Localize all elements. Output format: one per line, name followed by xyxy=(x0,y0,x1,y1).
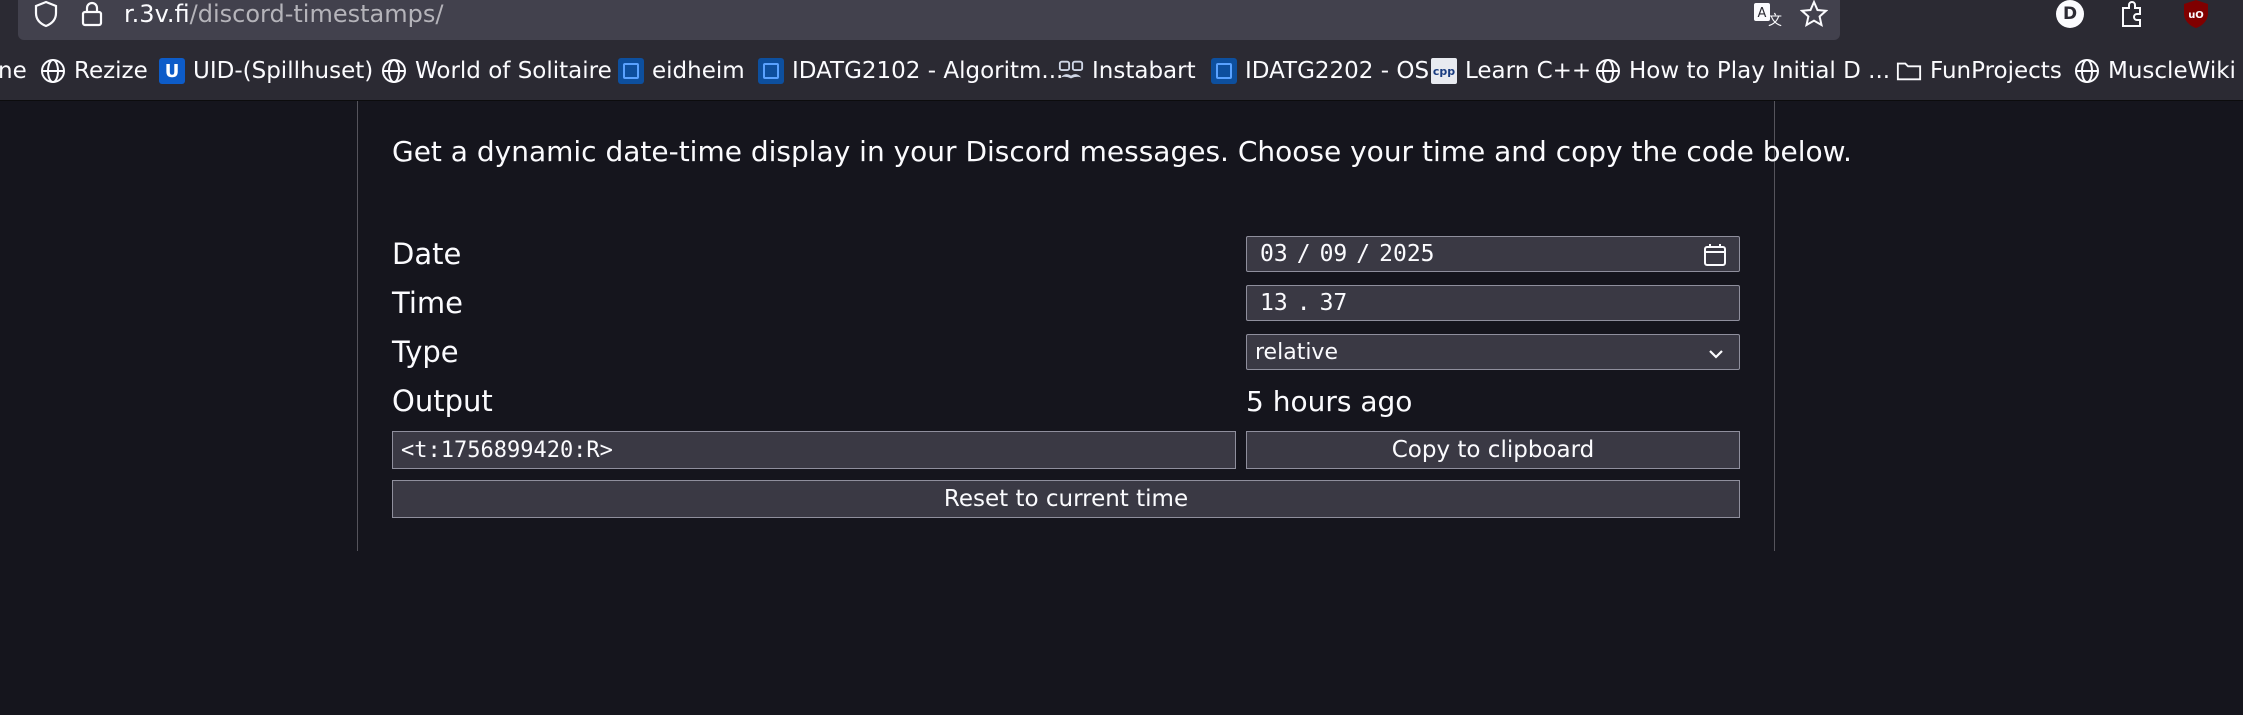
folder-icon xyxy=(1896,58,1922,84)
svg-text:A: A xyxy=(1758,6,1767,21)
reset-to-current-time-button[interactable]: Reset to current time xyxy=(392,480,1740,518)
bookmark-world-of-solitaire[interactable]: World of Solitaire xyxy=(381,42,612,100)
type-label: Type xyxy=(392,335,459,369)
bookmark-instabart[interactable]: Instabart xyxy=(1058,42,1196,100)
bookmark-idatg2102[interactable]: IDATG2102 - Algoritm... xyxy=(758,42,1063,100)
time-minutes[interactable]: 37 xyxy=(1317,290,1351,316)
globe-icon xyxy=(40,58,66,84)
date-label: Date xyxy=(392,237,462,271)
url-text[interactable]: r.3v.fi/discord-timestamps/ xyxy=(124,0,443,31)
date-separator: / xyxy=(1296,241,1311,267)
globe-icon xyxy=(1595,58,1621,84)
calendar-icon[interactable] xyxy=(1703,243,1727,267)
bookmark-idatg2202[interactable]: IDATG2202 - OS xyxy=(1211,42,1429,100)
lock-icon[interactable] xyxy=(80,0,104,28)
bookmark-learn-cpp[interactable]: cpp Learn C++ xyxy=(1431,42,1591,100)
time-hours[interactable]: 13 xyxy=(1257,290,1291,316)
bookmark-label: IDATG2202 - OS xyxy=(1245,58,1430,84)
copy-to-clipboard-button[interactable]: Copy to clipboard xyxy=(1246,431,1740,469)
time-label: Time xyxy=(392,286,463,320)
bookmark-label: UID-(Spillhuset) xyxy=(193,58,374,84)
bookmark-uid-spillhuset[interactable]: U UID-(Spillhuset) xyxy=(159,42,373,100)
bookmark-label: How to Play Initial D ... xyxy=(1629,58,1891,84)
output-label: Output xyxy=(392,384,493,418)
translate-icon[interactable]: A文 xyxy=(1750,0,1786,28)
date-day[interactable]: 03 xyxy=(1257,241,1291,267)
bookmark-partial[interactable]: ne xyxy=(0,42,27,100)
chevron-down-icon xyxy=(1707,344,1725,362)
bookmark-initial-d[interactable]: How to Play Initial D ... xyxy=(1595,42,1890,100)
bookmark-label: Rezize xyxy=(74,58,148,84)
address-bar[interactable]: r.3v.fi/discord-timestamps/ A文 xyxy=(18,0,1840,40)
timestamp-generator-panel: Get a dynamic date-time display in your … xyxy=(357,101,1852,551)
url-host: r.3v.fi xyxy=(124,0,190,28)
output-preview: 5 hours ago xyxy=(1246,385,1413,418)
date-year[interactable]: 2025 xyxy=(1376,241,1437,267)
globe-icon xyxy=(2074,58,2100,84)
extensions-icon[interactable] xyxy=(2114,0,2150,30)
type-select[interactable]: relative xyxy=(1246,334,1740,370)
shield-icon[interactable] xyxy=(32,0,60,28)
bookmark-label: ne xyxy=(0,58,27,84)
bookmark-label: Learn C++ xyxy=(1465,58,1592,84)
mustache-icon xyxy=(1058,58,1084,84)
globe-icon xyxy=(381,58,407,84)
bookmark-label: Instabart xyxy=(1092,58,1196,84)
bookmark-label: FunProjects xyxy=(1930,58,2062,84)
bookmark-label: IDATG2102 - Algoritm... xyxy=(792,58,1064,84)
intro-text: Get a dynamic date-time display in your … xyxy=(392,135,1852,168)
svg-text:uO: uO xyxy=(2188,10,2204,21)
bookmark-funprojects[interactable]: FunProjects xyxy=(1896,42,2062,100)
profile-avatar[interactable]: D xyxy=(2052,0,2088,30)
date-input[interactable]: 03 / 09 / 2025 xyxy=(1246,236,1740,272)
blue-square-icon xyxy=(1211,58,1237,84)
bookmark-label: eidheim xyxy=(652,58,745,84)
browser-toolbar: r.3v.fi/discord-timestamps/ A文 D uO xyxy=(0,0,2243,42)
date-separator: / xyxy=(1356,241,1371,267)
url-path: /discord-timestamps/ xyxy=(189,0,444,28)
bookmark-rezize[interactable]: Rezize xyxy=(40,42,148,100)
blue-square-icon xyxy=(618,58,644,84)
ublock-origin-icon[interactable]: uO xyxy=(2178,0,2214,30)
bookmark-musclewiki[interactable]: MuscleWiki xyxy=(2074,42,2236,100)
date-month[interactable]: 09 xyxy=(1317,241,1351,267)
bookmark-label: World of Solitaire xyxy=(415,58,612,84)
type-selected-value: relative xyxy=(1255,339,1338,365)
bookmark-eidheim[interactable]: eidheim xyxy=(618,42,745,100)
svg-text:文: 文 xyxy=(1768,13,1782,28)
cpp-icon: cpp xyxy=(1431,58,1457,84)
star-bookmark-icon[interactable] xyxy=(1796,0,1832,28)
time-separator: . xyxy=(1296,290,1311,316)
bookmark-label: MuscleWiki xyxy=(2108,58,2236,84)
blue-square-icon xyxy=(758,58,784,84)
bookmarks-toolbar: ne Rezize U UID-(Spillhuset) World of So… xyxy=(0,42,2243,101)
u-logo-icon: U xyxy=(159,58,185,84)
timestamp-code-field[interactable]: <t:1756899420:R> xyxy=(392,431,1236,469)
time-input[interactable]: 13 . 37 xyxy=(1246,285,1740,321)
avatar-initial: D xyxy=(2056,0,2084,28)
